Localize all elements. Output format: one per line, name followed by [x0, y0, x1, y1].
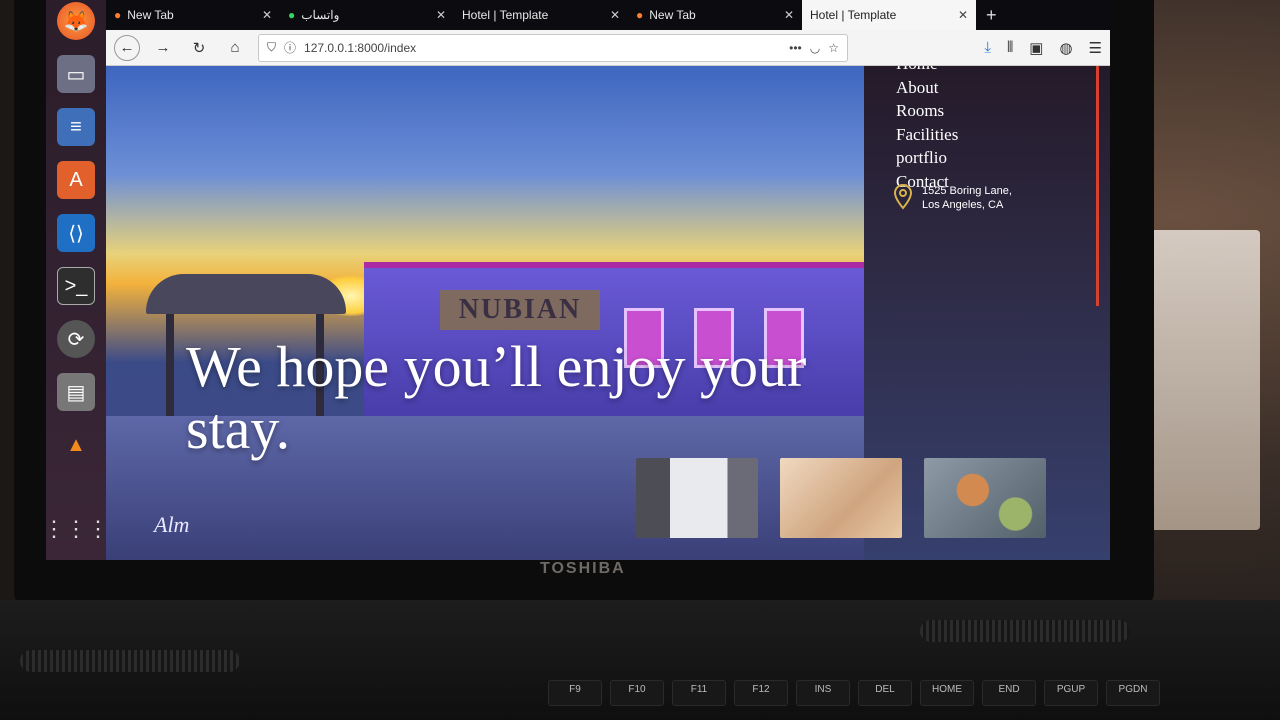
thumbnail-room[interactable] — [780, 458, 902, 538]
files-icon[interactable]: ▭ — [57, 55, 95, 93]
software-center-icon[interactable]: A — [57, 161, 95, 199]
key-f11[interactable]: F11 — [672, 680, 726, 706]
web-page: NUBIAN We hope you’ll enjoy your stay. A… — [106, 66, 1110, 560]
tab-title: Hotel | Template — [462, 8, 549, 22]
address-block: 1525 Boring Lane, Los Angeles, CA — [894, 184, 1012, 212]
close-icon[interactable]: ✕ — [958, 8, 968, 22]
laptop-screen: 🦊 ▭ ≡ A ⟨⟩ >_ ⟳ ▤ ▲ ⋮⋮⋮ ● New Tab ✕ ● وا… — [46, 0, 1110, 560]
site-menu: Home About Rooms Facilities portflio Con… — [896, 66, 958, 193]
key-f12[interactable]: F12 — [734, 680, 788, 706]
thumbnail-food[interactable] — [924, 458, 1046, 538]
shield-icon[interactable]: ⛉ — [267, 40, 276, 55]
whatsapp-icon: ● — [288, 8, 296, 22]
firefox-icon[interactable]: 🦊 — [57, 2, 95, 40]
building-sign: NUBIAN — [440, 290, 600, 330]
grid-icon[interactable]: ⋮⋮⋮ — [46, 516, 109, 542]
back-button[interactable]: ← — [114, 34, 140, 61]
reload-button[interactable]: ↻ — [186, 35, 212, 61]
firefox-icon: ● — [114, 8, 122, 22]
vscode-icon[interactable]: ⟨⟩ — [57, 214, 95, 252]
close-icon[interactable]: ✕ — [610, 8, 620, 22]
software-updater-icon[interactable]: ⟳ — [57, 320, 95, 358]
vlc-icon[interactable]: ▲ — [57, 426, 95, 464]
menu-item-about[interactable]: About — [896, 76, 958, 100]
hero-headline: We hope you’ll enjoy your stay. — [186, 334, 807, 461]
menu-item-rooms[interactable]: Rooms — [896, 99, 958, 123]
download-icon[interactable]: ⤓ — [984, 39, 991, 57]
background-shelf — [1140, 230, 1260, 530]
key-home[interactable]: HOME — [920, 680, 974, 706]
function-key-row: F9 F10 F11 F12 INS DEL HOME END PGUP PGD… — [548, 680, 1160, 706]
laptop-brand: TOSHIBA — [540, 560, 626, 577]
new-tab-button[interactable]: + — [976, 0, 997, 30]
forward-button[interactable]: → — [150, 35, 176, 61]
bookmark-star-icon[interactable]: ☆ — [828, 41, 839, 55]
right-speaker-grille — [920, 620, 1130, 642]
ubuntu-dock: 🦊 ▭ ≡ A ⟨⟩ >_ ⟳ ▤ ▲ ⋮⋮⋮ — [46, 0, 109, 560]
tab-bar: ● New Tab ✕ ● واتساب ✕ Hotel | Template … — [106, 0, 1110, 30]
info-icon[interactable]: ⓘ — [284, 39, 296, 56]
tab-title: New Tab — [127, 8, 174, 22]
key-pgdn[interactable]: PGDN — [1106, 680, 1160, 706]
page-actions-icon[interactable]: ••• — [789, 41, 802, 55]
address-line-1: 1525 Boring Lane, — [922, 185, 1012, 197]
tab-4[interactable]: ● New Tab ✕ — [628, 0, 802, 30]
home-icon[interactable]: ⌂ — [222, 35, 248, 61]
scrollbar-accent[interactable] — [1096, 66, 1099, 306]
key-pgup[interactable]: PGUP — [1044, 680, 1098, 706]
terminal-icon[interactable]: >_ — [57, 267, 95, 305]
menu-item-portfolio[interactable]: portflio — [896, 146, 958, 170]
navigation-toolbar: ← → ↻ ⌂ ⛉ ⓘ 127.0.0.1:8000/index ••• ◡ ☆… — [106, 30, 1110, 66]
tab-3[interactable]: Hotel | Template ✕ — [454, 0, 628, 30]
key-f10[interactable]: F10 — [610, 680, 664, 706]
photographer-watermark: Alm — [154, 512, 190, 537]
url-bar[interactable]: ⛉ ⓘ 127.0.0.1:8000/index ••• ◡ ☆ — [258, 33, 848, 62]
tab-title: Hotel | Template — [810, 8, 897, 22]
location-pin-icon — [894, 184, 912, 210]
tab-1[interactable]: ● New Tab ✕ — [106, 0, 280, 30]
left-speaker-grille — [20, 650, 240, 672]
sidebar-icon[interactable]: ▣ — [1029, 39, 1043, 57]
thumbnail-buildings[interactable] — [636, 458, 758, 538]
pocket-icon[interactable]: ◡ — [810, 41, 820, 55]
scanner-icon[interactable]: ▤ — [57, 373, 95, 411]
writer-icon[interactable]: ≡ — [57, 108, 95, 146]
key-f9[interactable]: F9 — [548, 680, 602, 706]
account-icon[interactable]: ◍ — [1059, 39, 1072, 57]
key-ins[interactable]: INS — [796, 680, 850, 706]
close-icon[interactable]: ✕ — [262, 8, 272, 22]
gallery-thumbnails — [636, 458, 1046, 538]
menu-icon[interactable]: ☰ — [1089, 39, 1102, 57]
key-end[interactable]: END — [982, 680, 1036, 706]
menu-item-home[interactable]: Home — [896, 66, 958, 76]
tab-5-active[interactable]: Hotel | Template ✕ — [802, 0, 976, 30]
menu-item-facilities[interactable]: Facilities — [896, 123, 958, 147]
close-icon[interactable]: ✕ — [436, 8, 446, 22]
address-line-2: Los Angeles, CA — [922, 199, 1004, 211]
close-icon[interactable]: ✕ — [784, 8, 794, 22]
url-text: 127.0.0.1:8000/index — [304, 40, 417, 55]
library-icon[interactable]: ⫴ — [1007, 39, 1013, 57]
tab-title: New Tab — [649, 8, 696, 22]
tab-2[interactable]: ● واتساب ✕ — [280, 0, 454, 30]
tab-title: واتساب — [301, 8, 340, 22]
laptop-bezel: 🦊 ▭ ≡ A ⟨⟩ >_ ⟳ ▤ ▲ ⋮⋮⋮ ● New Tab ✕ ● وا… — [14, 0, 1154, 610]
firefox-icon: ● — [636, 8, 644, 22]
key-del[interactable]: DEL — [858, 680, 912, 706]
